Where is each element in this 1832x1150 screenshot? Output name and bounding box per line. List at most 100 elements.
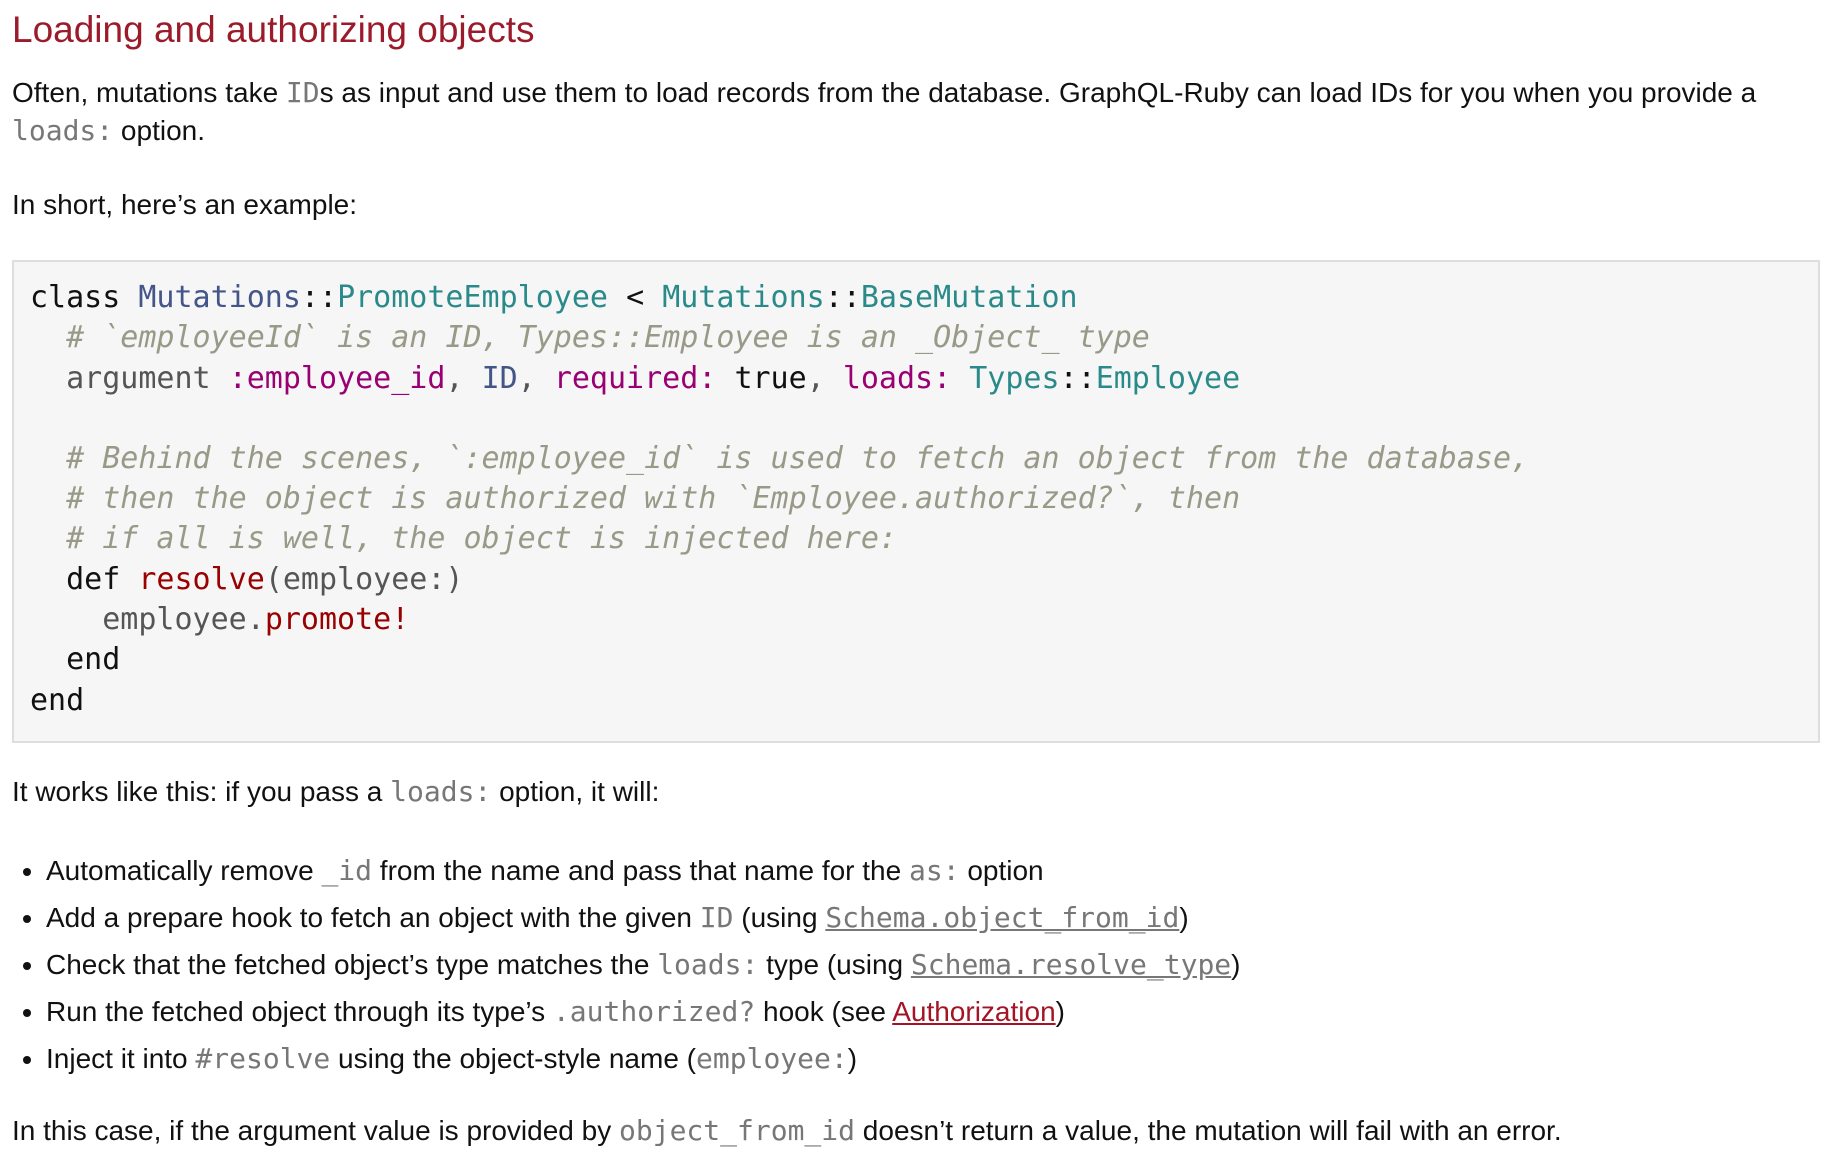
step-text: using the object-style name ( [330,1042,697,1074]
section-heading: Loading and authorizing objects [12,9,535,50]
code-constant: Mutations [138,280,301,315]
code-operator: :: [1059,360,1096,396]
code-comment: # then the object is authorized with `Em… [66,481,1241,517]
code-line: # Behind the scenes, `:employee_id` is u… [30,439,1802,479]
steps-list: Automatically remove _id from the name a… [12,847,1820,1082]
code-line: argument :employee_id, ID, required: tru… [30,359,1802,399]
code-constant: BaseMutation [860,280,1078,315]
code-symbol: loads: [842,360,952,396]
intro-paragraph: Often, mutations take IDs as input and u… [12,74,1820,150]
list-item: Run the fetched object through its type’… [46,988,1820,1035]
code-function-name: resolve [138,561,265,597]
inline-code-authorized: .authorized? [552,994,756,1028]
code-symbol: required: [553,360,717,396]
code-operator: < [626,280,645,315]
code-method-call: promote! [264,602,410,638]
code-symbol: :employee_id [228,360,446,396]
inline-code-object-from-id: object_from_id [619,1113,856,1147]
code-line: class Mutations::PromoteEmployee < Mutat… [30,278,1802,318]
inline-code-link-text: Schema.resolve_type [910,947,1232,981]
code-constant: Employee [1095,360,1241,396]
inline-code-id-suffix: _id [321,853,373,887]
code-keyword: end [66,642,121,678]
step-text: ) [847,1042,858,1074]
step-text: (using [733,901,826,933]
code-plain: (employee:) [264,561,464,597]
inline-code-link-text: Schema.object_from_id [825,900,1180,934]
list-item: Automatically remove _id from the name a… [46,847,1820,894]
conclusion-text-2: doesn’t return a value, the mutation wil… [855,1114,1562,1146]
code-keyword: class [30,280,121,315]
step-text: Inject it into [46,1042,196,1074]
code-keyword: true [734,360,807,396]
code-line: # then the object is authorized with `Em… [30,479,1802,519]
inline-code-id: ID [285,76,320,109]
step-text: Add a prepare hook to fetch an object wi… [46,901,700,933]
conclusion-text-1: In this case, if the argument value is p… [12,1114,619,1146]
code-constant: Mutations [662,280,825,315]
code-line: employee.promote! [30,600,1802,640]
example-intro: In short, here’s an example: [12,189,358,220]
inline-code-loads: loads: [390,774,492,808]
inline-code-as: as: [908,853,960,887]
works-text-2: option, it will: [491,775,660,807]
inline-code-id: ID [699,900,734,934]
code-line: end [30,681,1802,721]
code-constant: PromoteEmployee [337,280,608,315]
step-text: from the name and pass that name for the [372,854,909,886]
code-constant: ID [481,360,518,396]
code-operator: :: [300,280,338,315]
code-line: # `employeeId` is an ID, Types::Employee… [30,318,1802,358]
works-intro: It works like this: if you pass a loads:… [12,773,1820,811]
code-plain [951,361,969,396]
code-comment: # `employeeId` is an ID, Types::Employee… [66,320,1150,356]
list-item: Add a prepare hook to fetch an object wi… [46,894,1820,941]
step-text: Run the fetched object through its type’… [46,995,553,1027]
code-comment: # if all is well, the object is injected… [66,521,897,557]
inline-code-loads: loads: [657,947,759,981]
code-plain [716,361,734,396]
step-text: Automatically remove [46,854,322,886]
inline-code-employee: employee: [696,1041,848,1075]
step-text: ) [1055,995,1065,1027]
code-line: # if all is well, the object is injected… [30,519,1802,559]
code-line: def resolve(employee:) [30,560,1802,600]
intro-text-3: option. [113,115,206,146]
object-from-id-link[interactable]: Schema.object_from_id [825,900,1180,934]
code-comment: # Behind the scenes, `:employee_id` is u… [66,440,1530,476]
intro-text-1: Often, mutations take [12,77,286,108]
code-plain: , [806,360,843,396]
code-plain: argument [66,360,229,396]
step-text: hook (see [755,995,893,1027]
step-text: type (using [758,948,911,980]
intro-text-2: s as input and use them to load records … [319,77,1757,108]
code-operator: :: [824,280,861,315]
document-page: Loading and authorizing objects Often, m… [0,0,1832,1150]
authorization-link[interactable]: Authorization [892,996,1055,1027]
code-keyword: def [66,561,121,597]
works-text-1: It works like this: if you pass a [12,775,391,807]
step-text: ) [1179,901,1189,933]
inline-code-resolve: #resolve [195,1041,331,1075]
code-plain: employee. [102,602,265,638]
list-item: Check that the fetched object’s type mat… [46,941,1820,988]
code-plain: , [445,360,482,396]
resolve-type-link[interactable]: Schema.resolve_type [910,947,1232,981]
conclusion-paragraph: In this case, if the argument value is p… [12,1112,1820,1150]
code-constant: Types [969,360,1060,396]
inline-code-loads: loads: [12,114,114,147]
list-item: Inject it into #resolve using the object… [46,1035,1820,1082]
code-block: class Mutations::PromoteEmployee < Mutat… [12,260,1820,743]
code-keyword: end [30,682,85,718]
